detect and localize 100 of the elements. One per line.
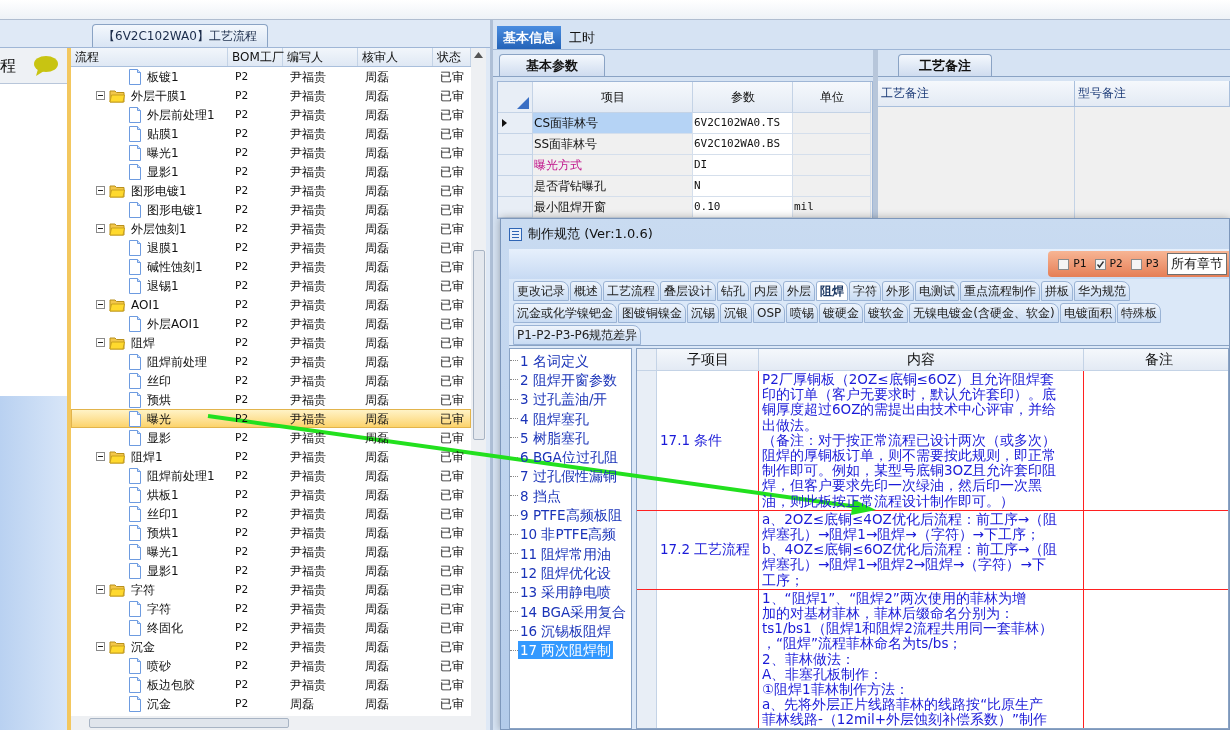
chapter-item[interactable]: 14 BGA采用复合 [518, 602, 629, 621]
tab[interactable]: 字符 [849, 281, 881, 301]
chapter-item[interactable]: 10 非PTFE高频 [518, 525, 619, 544]
collapse-icon[interactable] [96, 338, 105, 347]
tree-row[interactable]: 丝印 P2 尹福贵 周磊 已审 [71, 371, 471, 390]
column-header[interactable]: BOM工厂 [228, 48, 283, 66]
chapter-item[interactable]: 12 阻焊优化设 [518, 563, 614, 582]
tab[interactable]: 沉锡 [687, 303, 719, 323]
collapse-icon[interactable] [96, 452, 105, 461]
panel-tab[interactable]: 【6V2C102WA0】工艺流程 [92, 24, 268, 47]
vertical-scrollbar[interactable] [471, 48, 486, 730]
column-header[interactable]: 型号备注 [1075, 81, 1230, 107]
checkbox[interactable] [1130, 258, 1142, 270]
column-header[interactable]: 子项目 [657, 349, 759, 371]
tree-row[interactable]: 退膜1 P2 尹福贵 周磊 已审 [71, 238, 471, 257]
panel-tab[interactable]: 工艺备注 [898, 54, 992, 76]
tab[interactable]: 基本信息 [497, 26, 561, 49]
column-header[interactable]: 内容 [759, 349, 1084, 371]
chapter-item[interactable]: 3 过孔盖油/开 [518, 390, 610, 409]
tree-row[interactable]: 图形电镀1 P2 尹福贵 周磊 已审 [71, 200, 471, 219]
collapse-icon[interactable] [96, 300, 105, 309]
checkbox[interactable] [1058, 258, 1070, 270]
column-header[interactable]: 项目 [533, 82, 693, 113]
tree-row[interactable]: 沉金 P2 尹福贵 周磊 已审 [71, 637, 471, 656]
tab[interactable]: 沉金或化学镍钯金 [513, 303, 617, 323]
column-header[interactable]: 编写人 [283, 48, 358, 66]
collapse-icon[interactable] [96, 642, 105, 651]
tree-row[interactable]: 显影1 P2 尹福贵 周磊 已审 [71, 561, 471, 580]
chapter-dropdown[interactable]: 所有章节 [1167, 253, 1227, 275]
tab[interactable]: 内层 [750, 281, 782, 301]
tree-row[interactable]: 图形电镀1 P2 尹福贵 周磊 已审 [71, 181, 471, 200]
tree-row[interactable]: 终固化 P2 尹福贵 周磊 已审 [71, 618, 471, 637]
tab[interactable]: 华为规范 [1074, 281, 1130, 301]
tab[interactable]: 拼板 [1041, 281, 1073, 301]
column-header[interactable]: 核审人 [358, 48, 433, 66]
tree-row[interactable]: 喷砂 P2 尹福贵 周磊 已审 [71, 656, 471, 675]
chapter-item[interactable]: 16 沉锡板阻焊 [518, 621, 614, 640]
chapter-item[interactable]: 4 阻焊塞孔 [518, 409, 591, 428]
tree-row[interactable]: 退锡1 P2 尹福贵 周磊 已审 [71, 276, 471, 295]
tree-row[interactable]: 预烘1 P2 尹福贵 周磊 已审 [71, 523, 471, 542]
tab[interactable]: 外形 [882, 281, 914, 301]
tab[interactable]: 重点流程制作 [960, 281, 1040, 301]
scroll-up-icon[interactable] [474, 52, 483, 58]
collapse-icon[interactable] [96, 91, 105, 100]
tab[interactable]: 工艺流程 [603, 281, 659, 301]
tab[interactable]: 沉银 [720, 303, 752, 323]
checkbox[interactable] [1094, 258, 1106, 270]
tree-row[interactable]: 沉金 P2 周磊 周磊 已审 [71, 694, 471, 713]
column-header[interactable]: 参数 [693, 82, 793, 113]
checkbox-label[interactable]: P1 [1073, 255, 1087, 273]
tree-row[interactable]: 曝光1 P2 尹福贵 周磊 已审 [71, 542, 471, 561]
tab[interactable]: 镀软金 [864, 303, 909, 323]
tree-row[interactable]: 字符 P2 尹福贵 周磊 已审 [71, 599, 471, 618]
tab[interactable]: 镀硬金 [819, 303, 864, 323]
scrollbar-thumb[interactable] [472, 250, 485, 440]
tree-row[interactable]: 贴膜1 P2 尹福贵 周磊 已审 [71, 124, 471, 143]
chapter-item[interactable]: 1 名词定义 [518, 351, 591, 370]
tree-row[interactable]: 阻焊1 P2 尹福贵 周磊 已审 [71, 447, 471, 466]
chapter-item[interactable]: 9 PTFE高频板阻 [518, 506, 624, 524]
tree-row[interactable]: 显影1 P2 尹福贵 周磊 已审 [71, 162, 471, 181]
speech-bubble-icon[interactable] [33, 54, 59, 77]
collapse-icon[interactable] [96, 585, 105, 594]
tree-row[interactable]: 外层前处理1 P2 尹福贵 周磊 已审 [71, 105, 471, 124]
tab[interactable]: 图镀铜镍金 [618, 303, 686, 323]
tab[interactable]: 喷锡 [786, 303, 819, 323]
tab[interactable]: 特殊板 [1116, 303, 1161, 323]
chapter-item[interactable]: 13 采用静电喷 [518, 583, 614, 602]
tree-row[interactable]: 阻焊 P2 尹福贵 周磊 已审 [71, 333, 471, 352]
tab[interactable]: 电测试 [915, 281, 959, 301]
checkbox-label[interactable]: P3 [1145, 255, 1159, 273]
tree-row[interactable]: 板镀1 P2 尹福贵 周磊 已审 [71, 67, 471, 86]
collapse-icon[interactable] [96, 224, 105, 233]
tree-row[interactable]: 曝光1 P2 尹福贵 周磊 已审 [71, 143, 471, 162]
tree-row[interactable]: 板边包胶 P2 尹福贵 周磊 已审 [71, 675, 471, 694]
chapter-item[interactable]: 8 挡点 [518, 486, 563, 505]
panel-tab[interactable]: 基本参数 [499, 54, 605, 76]
checkbox-label[interactable]: P2 [1109, 255, 1123, 273]
column-header[interactable]: 备注 [1084, 349, 1228, 371]
chapter-item[interactable]: 2 阻焊开窗参数 [518, 370, 619, 389]
column-header[interactable]: 工艺备注 [878, 81, 1075, 107]
column-header[interactable]: 流程 [71, 48, 228, 66]
tab[interactable]: 工时 [563, 26, 601, 49]
tab[interactable]: 概述 [570, 281, 602, 301]
chapter-item[interactable]: 11 阻焊常用油 [518, 544, 614, 563]
tab[interactable]: 无镍电镀金(含硬金、软金) [909, 303, 1059, 323]
tab[interactable]: 外层 [783, 281, 815, 301]
tree-row[interactable]: 预烘 P2 尹福贵 周磊 已审 [71, 390, 471, 409]
horizontal-scrollbar[interactable] [71, 716, 471, 730]
tab[interactable]: 更改记录 [513, 281, 569, 301]
tree-row[interactable]: 丝印1 P2 尹福贵 周磊 已审 [71, 504, 471, 523]
tree-row[interactable]: 烘板1 P2 尹福贵 周磊 已审 [71, 485, 471, 504]
tree-row[interactable]: AOI1 P2 尹福贵 周磊 已审 [71, 295, 471, 314]
tab[interactable]: 叠层设计 [660, 281, 716, 301]
tab[interactable]: 钻孔 [717, 281, 749, 301]
column-header[interactable]: 单位 [793, 82, 871, 113]
corner-triangle-icon[interactable] [517, 97, 529, 109]
tree-row[interactable]: 外层蚀刻1 P2 尹福贵 周磊 已审 [71, 219, 471, 238]
tree-row[interactable]: 阻焊前处理1 P2 尹福贵 周磊 已审 [71, 466, 471, 485]
tree-row[interactable]: 碱性蚀刻1 P2 尹福贵 周磊 已审 [71, 257, 471, 276]
tab[interactable]: P1-P2-P3-P6规范差异 [513, 325, 642, 345]
